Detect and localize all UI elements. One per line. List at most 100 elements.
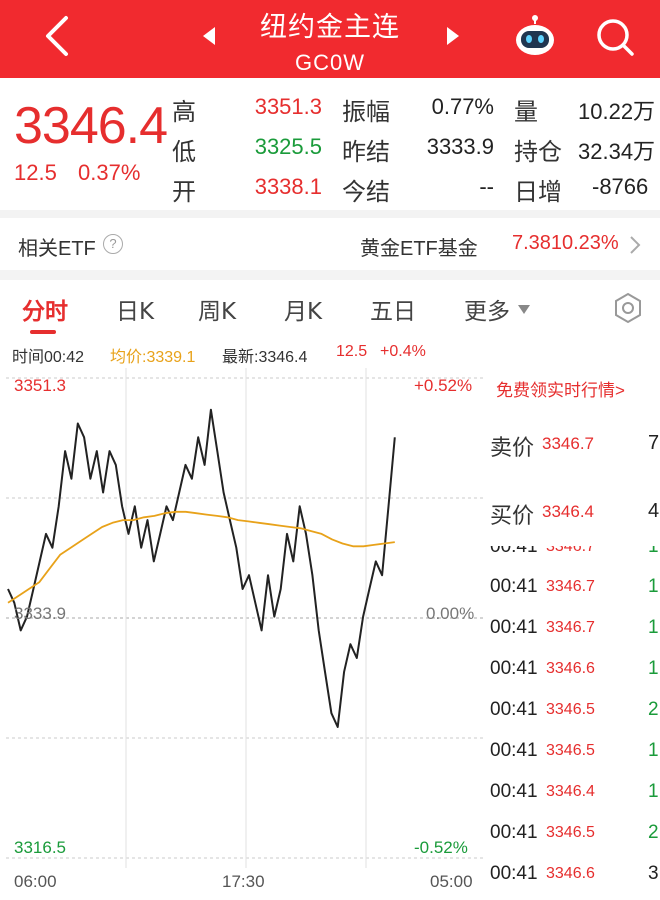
trade-list[interactable]: 00:41 3346.7 1 00:41 3346.7 1 00:41 3346… (486, 546, 660, 900)
header-bar: 纽约金主连 GC0W (0, 0, 660, 78)
y-label-top: 3351.3 (14, 376, 66, 395)
y-label-bottom: 3316.5 (14, 838, 66, 857)
bid-price: 3346.4 (542, 502, 594, 521)
trade-time: 00:41 (490, 740, 538, 761)
info-time: 时间00:42 (12, 349, 85, 366)
related-etf-label: 相关ETF (18, 238, 96, 260)
trade-price: 3346.7 (546, 578, 595, 595)
pct-label-top: +0.52% (414, 376, 473, 395)
stat-label-volume: 量 (514, 98, 538, 126)
trade-price: 3346.4 (546, 783, 595, 800)
trade-row: 00:41 3346.7 1 (488, 546, 660, 564)
tab-monthly-k[interactable]: 月K (284, 292, 322, 326)
trade-row: 00:41 3346.5 2 (488, 822, 660, 850)
trade-row: 00:41 3346.7 1 (488, 617, 660, 645)
last-price: 3346.4 (14, 97, 168, 155)
stat-label-daily-change: 日增 (514, 178, 562, 206)
trade-time: 00:41 (490, 658, 538, 679)
caret-down-icon[interactable] (518, 302, 530, 314)
order-book-panel: 免费领实时行情> 卖价 3346.7 7 买价 3346.4 4 00:41 3… (486, 368, 660, 900)
stat-value-prev-settle: 3333.9 (426, 134, 494, 159)
stat-value-settle: -- (479, 174, 494, 199)
trade-time: 00:41 (490, 576, 538, 597)
stat-value-high: 3351.3 (254, 94, 322, 119)
bid-volume: 4 (648, 500, 660, 522)
trade-row: 00:41 3346.4 1 (488, 781, 660, 809)
trade-price: 3346.7 (546, 619, 595, 636)
trade-row: 00:41 3346.5 1 (488, 740, 660, 768)
info-change-pct: +0.4% (380, 343, 426, 360)
trade-price: 3346.6 (546, 865, 595, 882)
stat-label-prev-settle: 昨结 (342, 138, 390, 166)
ask-label: 卖价 (490, 436, 535, 461)
ask-volume: 7 (648, 432, 660, 454)
related-etf-row[interactable]: 相关ETF ? 黄金ETF基金 7.381 0.23% (0, 218, 660, 270)
stat-value-open-interest: 32.34万 (578, 139, 656, 164)
settings-icon[interactable] (612, 292, 644, 324)
trade-volume: 1 (648, 658, 659, 679)
intraday-chart[interactable]: 3351.3 3333.9 3316.5 +0.52% 0.00% -0.52% (6, 368, 486, 868)
tab-five-day[interactable]: 五日 (370, 292, 416, 326)
ask-price: 3346.7 (542, 434, 594, 453)
ask-row: 卖价 3346.7 7 (488, 430, 660, 461)
stat-label-amplitude: 振幅 (342, 98, 390, 126)
trade-time: 00:41 (490, 822, 538, 843)
trade-row: 00:41 3346.7 1 (488, 576, 660, 604)
chart-tabs: 分时 日K 周K 月K 五日 更多 (0, 280, 660, 336)
stat-label-settle: 今结 (342, 178, 390, 206)
trade-price: 3346.5 (546, 701, 595, 718)
stat-label-open: 开 (172, 178, 196, 206)
next-arrow-icon[interactable] (446, 26, 460, 46)
trade-volume: 1 (648, 576, 659, 597)
chevron-right-icon[interactable] (628, 234, 642, 256)
trade-volume: 1 (648, 781, 659, 802)
stat-label-high: 高 (172, 98, 196, 126)
etf-price: 7.381 (512, 232, 563, 254)
prev-arrow-icon[interactable] (202, 26, 216, 46)
search-icon[interactable] (594, 16, 636, 58)
stat-label-low: 低 (172, 138, 196, 166)
trade-time: 00:41 (490, 546, 538, 557)
etf-name: 黄金ETF基金 (360, 238, 478, 260)
tab-more[interactable]: 更多 (464, 292, 510, 326)
trade-volume: 3 (648, 863, 659, 884)
trade-row: 00:41 3346.5 2 (488, 699, 660, 727)
page-title: 纽约金主连 (260, 12, 400, 43)
bid-label: 买价 (490, 504, 535, 529)
stat-label-open-interest: 持仓 (514, 138, 562, 166)
x-label-end: 05:00 (430, 872, 473, 891)
trade-price: 3346.6 (546, 660, 595, 677)
price-change-pct: 0.37% (78, 160, 141, 185)
trade-volume: 1 (648, 740, 659, 761)
stat-value-amplitude: 0.77% (431, 94, 494, 119)
stat-value-daily-change: -8766 (592, 174, 649, 199)
y-label-mid: 3333.9 (14, 604, 66, 623)
intraday-chart-svg (6, 368, 486, 868)
trade-time: 00:41 (490, 863, 538, 884)
info-change: 12.5 (336, 343, 368, 360)
title-block: 纽约金主连 GC0W (0, 0, 660, 76)
trade-time: 00:41 (490, 699, 538, 720)
price-change: 12.5 (14, 160, 57, 185)
tab-weekly-k[interactable]: 周K (198, 292, 236, 326)
trade-volume: 2 (648, 699, 659, 720)
divider (0, 270, 660, 280)
tab-daily-k[interactable]: 日K (116, 292, 154, 326)
tab-intraday[interactable]: 分时 (22, 292, 68, 326)
info-average: 均价:3339.1 (110, 349, 196, 366)
active-tab-indicator (30, 330, 56, 334)
stat-value-open: 3338.1 (254, 174, 322, 199)
help-icon[interactable]: ? (103, 234, 123, 254)
stat-value-low: 3325.5 (254, 134, 322, 159)
etf-pct: 0.23% (562, 232, 619, 254)
info-latest: 最新:3346.4 (222, 349, 308, 366)
quote-panel: 3346.4 12.5 0.37% 高 3351.3 振幅 0.77% 量 10… (0, 78, 660, 210)
trade-price: 3346.5 (546, 824, 595, 841)
free-realtime-link[interactable]: 免费领实时行情> (496, 376, 625, 401)
stat-value-volume: 10.22万 (578, 99, 656, 124)
trade-volume: 1 (648, 617, 659, 638)
page-subtitle: GC0W (295, 50, 365, 75)
trade-row: 00:41 3346.6 1 (488, 658, 660, 686)
trade-volume: 2 (648, 822, 659, 843)
robot-icon[interactable] (512, 14, 558, 58)
